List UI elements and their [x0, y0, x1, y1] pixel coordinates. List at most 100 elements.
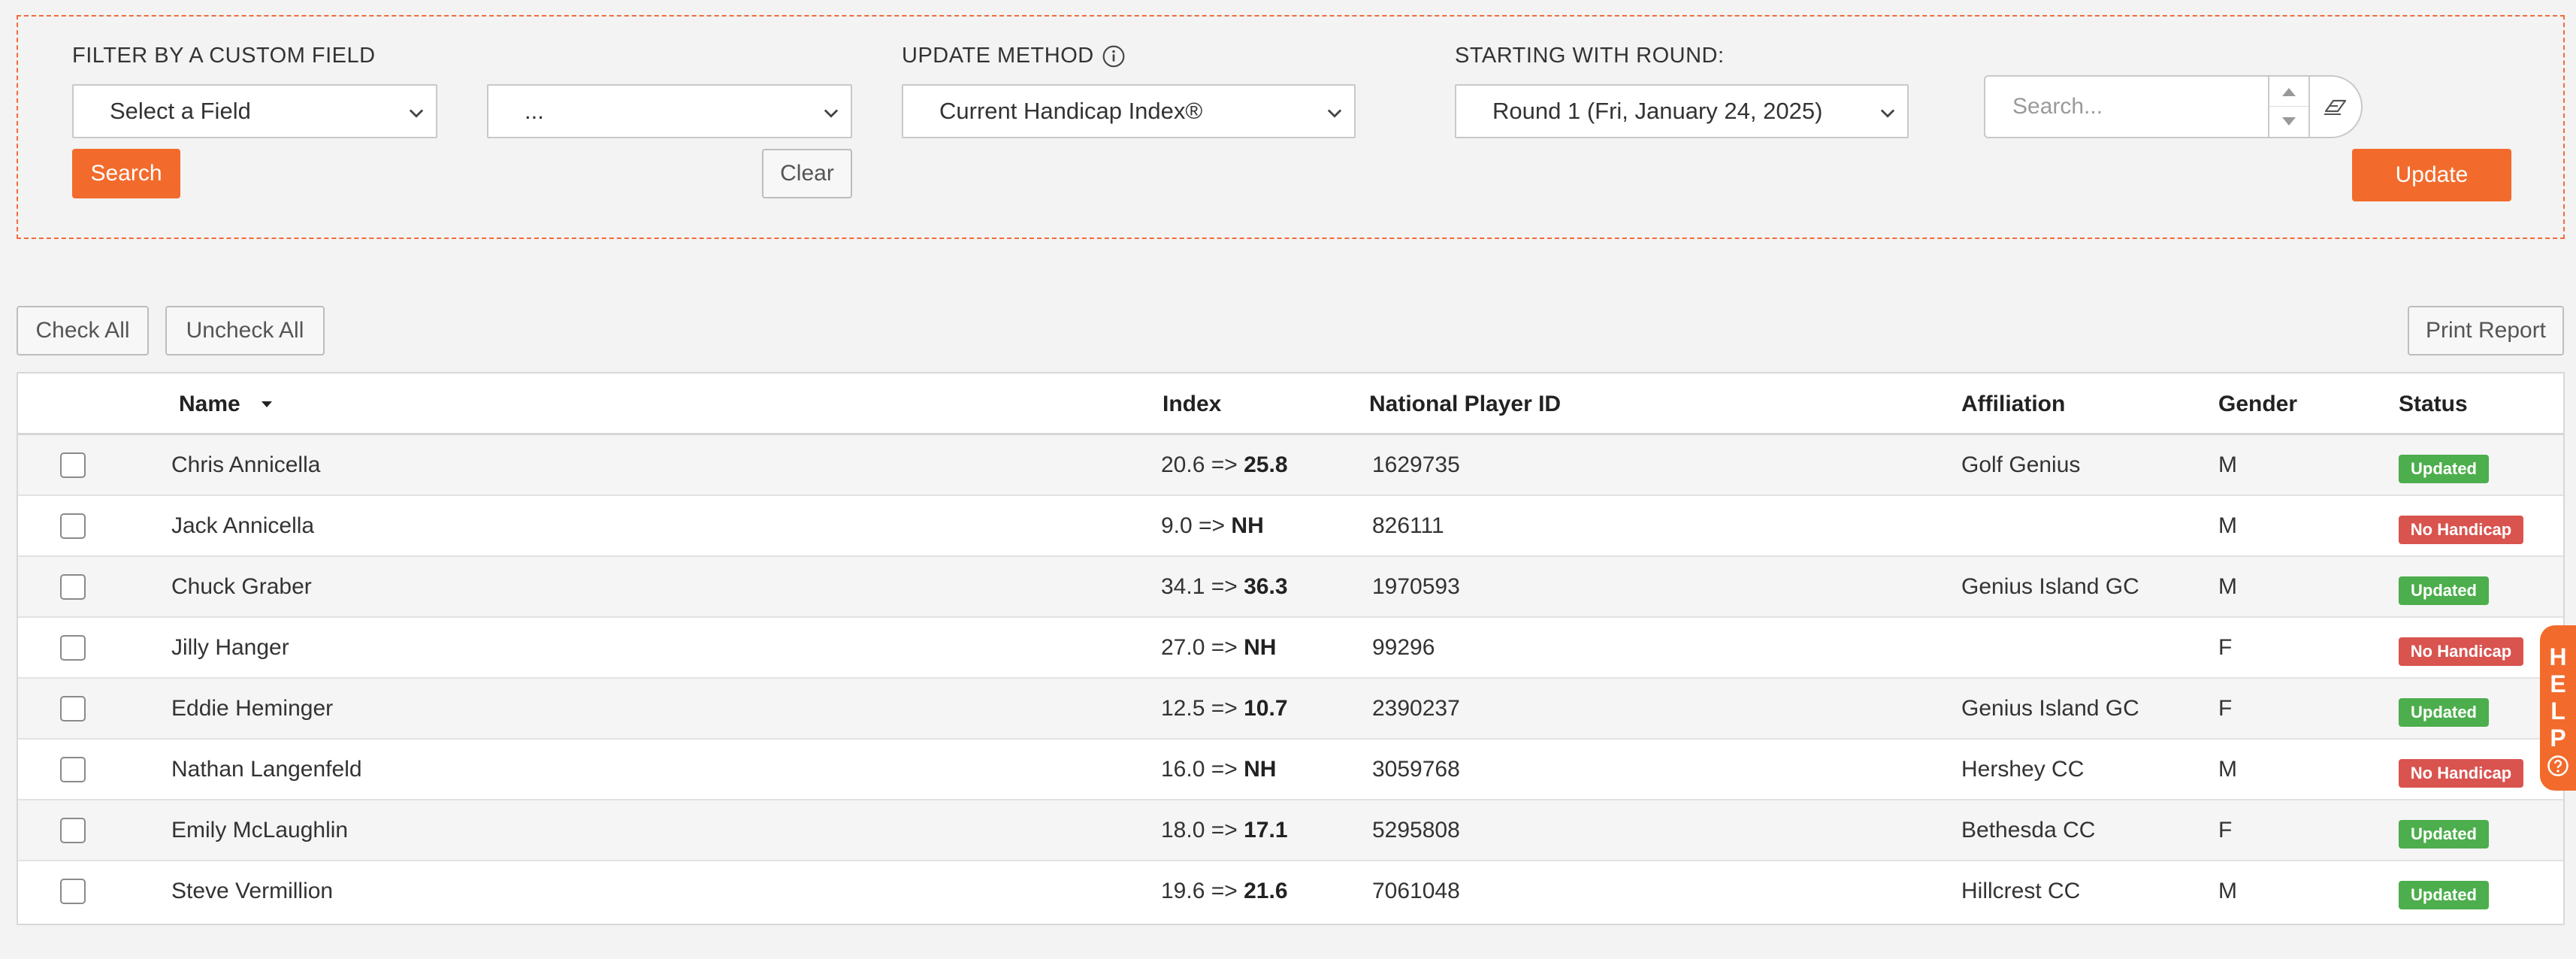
index-new: NH: [1244, 635, 1277, 660]
player-affiliation: Genius Island GC: [1961, 696, 2139, 721]
check-all-button[interactable]: Check All: [17, 306, 149, 355]
stepper-down[interactable]: [2269, 107, 2308, 137]
table-row: Chris Annicella 20.6 => 25.8 1629735 Gol…: [18, 435, 2563, 496]
status-badge: Updated: [2399, 881, 2489, 909]
row-checkbox[interactable]: [60, 757, 86, 782]
index-new: NH: [1231, 513, 1264, 538]
player-index: 18.0 => 17.1: [1161, 818, 1288, 843]
update-method-label: UPDATE METHOD: [902, 44, 1094, 68]
player-gender: F: [2218, 696, 2233, 721]
index-new: 21.6: [1244, 879, 1288, 903]
player-index: 19.6 => 21.6: [1161, 879, 1288, 904]
index-new: 10.7: [1244, 696, 1288, 721]
player-name: Steve Vermillion: [171, 879, 334, 903]
player-name: Jack Annicella: [171, 513, 315, 538]
chevron-down-icon: [1327, 109, 1342, 118]
round-select-value: Round 1 (Fri, January 24, 2025): [1492, 98, 1823, 124]
help-letter: E: [2550, 670, 2566, 697]
player-name: Eddie Heminger: [171, 696, 334, 721]
player-affiliation: Bethesda CC: [1961, 818, 2096, 843]
round-select[interactable]: Round 1 (Fri, January 24, 2025): [1455, 84, 1909, 138]
index-column-header: Index: [1163, 392, 1222, 416]
name-column-header[interactable]: Name: [179, 392, 274, 417]
player-gender: M: [2218, 452, 2237, 477]
chevron-down-icon: [1880, 109, 1895, 118]
player-npid: 826111: [1372, 513, 1444, 538]
table-row: Jack Annicella 9.0 => NH 826111 M No Han…: [18, 496, 2563, 557]
row-checkbox[interactable]: [60, 574, 86, 600]
player-name: Chris Annicella: [171, 452, 321, 477]
player-name: Jilly Hanger: [171, 635, 289, 660]
custom-field-select-value: Select a Field: [110, 98, 251, 124]
custom-field-value-select-value: ...: [525, 98, 544, 124]
clear-search-button[interactable]: [2308, 75, 2363, 138]
table-row: Emily McLaughlin 18.0 => 17.1 5295808 Be…: [18, 800, 2563, 861]
update-method-select[interactable]: Current Handicap Index®: [902, 84, 1356, 138]
player-affiliation: Golf Genius: [1961, 452, 2081, 477]
player-npid: 2390237: [1372, 696, 1460, 721]
player-gender: M: [2218, 879, 2237, 903]
index-old: 12.5 =>: [1161, 696, 1238, 721]
table-header: Name Index National Player ID Affiliatio…: [18, 374, 2563, 435]
table-row: Steve Vermillion 19.6 => 21.6 7061048 Hi…: [18, 861, 2563, 922]
player-affiliation: Hershey CC: [1961, 757, 2085, 782]
name-header-label: Name: [179, 392, 240, 416]
row-checkbox[interactable]: [60, 635, 86, 661]
info-icon[interactable]: [1102, 44, 1126, 68]
custom-field-select[interactable]: Select a Field: [72, 84, 437, 138]
help-letter: H: [2549, 643, 2567, 670]
index-old: 18.0 =>: [1161, 818, 1238, 843]
row-checkbox[interactable]: [60, 818, 86, 843]
index-old: 20.6 =>: [1161, 452, 1238, 477]
player-npid: 7061048: [1372, 879, 1460, 903]
status-badge: No Handicap: [2399, 759, 2523, 788]
clear-button[interactable]: Clear: [762, 149, 852, 198]
player-gender: M: [2218, 513, 2237, 538]
npid-column-header: National Player ID: [1369, 392, 1562, 416]
custom-field-label: FILTER BY A CUSTOM FIELD: [72, 44, 376, 68]
index-new: 17.1: [1244, 818, 1288, 843]
player-index: 16.0 => NH: [1161, 757, 1276, 782]
player-index: 9.0 => NH: [1161, 513, 1264, 539]
status-column-header: Status: [2399, 392, 2468, 416]
player-index: 34.1 => 36.3: [1161, 574, 1288, 600]
search-stepper[interactable]: [2268, 75, 2310, 138]
row-checkbox[interactable]: [60, 513, 86, 539]
index-new: 36.3: [1244, 574, 1288, 599]
player-index: 27.0 => NH: [1161, 635, 1276, 661]
update-method-label-group: UPDATE METHOD: [902, 44, 1126, 68]
index-old: 9.0 =>: [1161, 513, 1226, 538]
search-field[interactable]: [1984, 75, 2269, 138]
row-checkbox[interactable]: [60, 696, 86, 722]
status-badge: No Handicap: [2399, 516, 2523, 544]
row-checkbox[interactable]: [60, 452, 86, 478]
help-tab[interactable]: H E L P: [2540, 625, 2576, 791]
uncheck-all-button[interactable]: Uncheck All: [165, 306, 325, 355]
player-index: 20.6 => 25.8: [1161, 452, 1288, 478]
player-npid: 5295808: [1372, 818, 1460, 843]
search-input[interactable]: [1985, 77, 2268, 137]
status-badge: Updated: [2399, 455, 2489, 483]
table-row: Eddie Heminger 12.5 => 10.7 2390237 Geni…: [18, 679, 2563, 740]
index-old: 34.1 =>: [1161, 574, 1238, 599]
table-row: Chuck Graber 34.1 => 36.3 1970593 Genius…: [18, 557, 2563, 618]
row-checkbox[interactable]: [60, 879, 86, 904]
custom-field-value-select[interactable]: ...: [487, 84, 852, 138]
player-affiliation: Hillcrest CC: [1961, 879, 2081, 903]
player-name: Chuck Graber: [171, 574, 312, 599]
status-badge: Updated: [2399, 820, 2489, 849]
player-npid: 99296: [1372, 635, 1435, 660]
print-report-button[interactable]: Print Report: [2408, 306, 2564, 355]
stepper-up[interactable]: [2269, 77, 2308, 107]
status-badge: Updated: [2399, 576, 2489, 605]
player-npid: 1629735: [1372, 452, 1460, 477]
player-index: 12.5 => 10.7: [1161, 696, 1288, 722]
chevron-down-icon: [824, 109, 839, 118]
gender-column-header: Gender: [2218, 392, 2298, 416]
triangle-up-icon: [2282, 87, 2296, 96]
index-new: NH: [1244, 757, 1277, 782]
search-button[interactable]: Search: [72, 149, 180, 198]
update-button[interactable]: Update: [2352, 149, 2511, 201]
player-gender: M: [2218, 757, 2237, 782]
player-name: Emily McLaughlin: [171, 818, 349, 843]
